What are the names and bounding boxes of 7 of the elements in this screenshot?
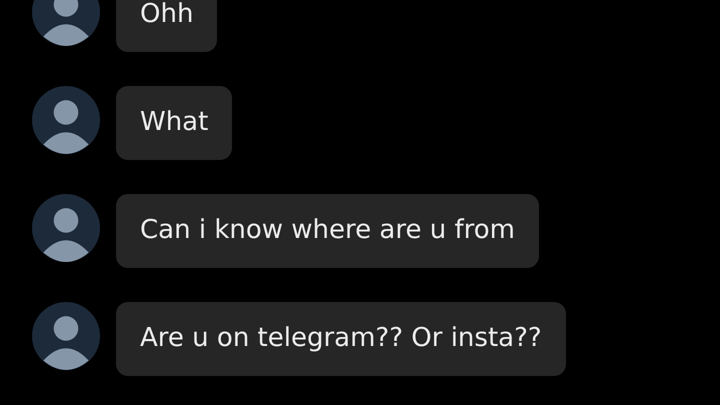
avatar — [32, 194, 100, 262]
avatar — [32, 86, 100, 154]
message-bubble: What — [116, 86, 232, 160]
avatar — [32, 302, 100, 370]
message-bubble: Can i know where are u from — [116, 194, 539, 268]
message-bubble: Ohh — [116, 0, 218, 52]
message-bubble: Are u on telegram?? Or insta?? — [116, 302, 566, 376]
